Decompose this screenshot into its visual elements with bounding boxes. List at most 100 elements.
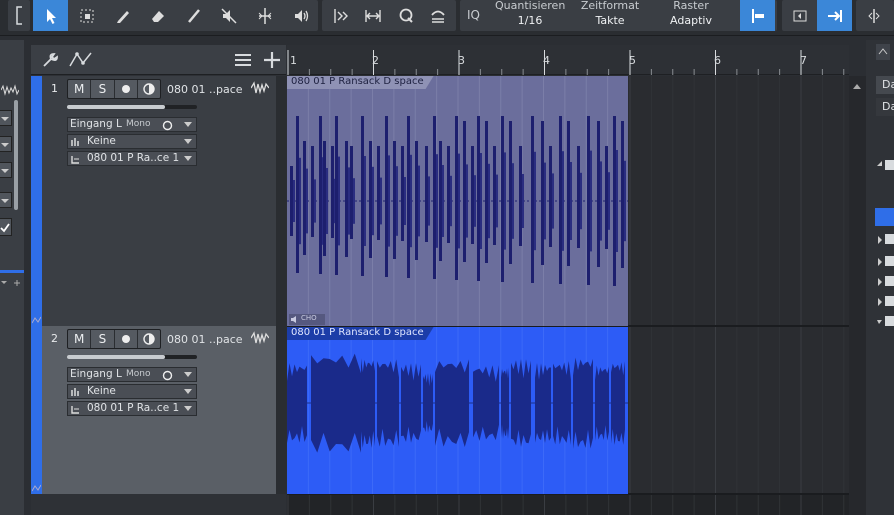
browser-tree[interactable] (876, 120, 894, 340)
waveform-peak (477, 116, 480, 281)
ruler-mark: 3 (458, 54, 465, 67)
track-name[interactable]: 080 01 ..pace (167, 83, 243, 96)
timebase-value[interactable]: Takte (573, 14, 647, 27)
solo-button[interactable]: S (91, 80, 115, 98)
expand-icon[interactable] (856, 0, 891, 31)
browser-item[interactable]: Da (876, 76, 894, 94)
solo-button[interactable]: S (91, 330, 115, 348)
audio-clip-1[interactable]: 080 01 P Ransack D space CHO (287, 76, 628, 326)
timeline-ruler[interactable]: 1 2 3 4 5 6 7 (287, 45, 849, 75)
snap-toggle-icon[interactable] (740, 0, 775, 31)
channel-mode-icon (162, 120, 173, 131)
input-select[interactable]: Eingang L Mono (67, 117, 197, 132)
wrench-icon[interactable] (41, 52, 59, 68)
eraser-tool-icon[interactable] (140, 0, 175, 31)
waveform-icon[interactable] (251, 331, 269, 345)
left-scrollbar[interactable] (14, 100, 18, 210)
mute-tool-icon[interactable] (211, 0, 246, 31)
snap-value[interactable]: Adaptiv (656, 14, 726, 27)
range-tool-icon[interactable] (69, 0, 104, 31)
left-dropdown-1[interactable] (0, 110, 12, 126)
output-bars-icon (71, 138, 79, 146)
timestretch-icon[interactable] (355, 0, 390, 31)
autoscroll-icon[interactable] (420, 0, 455, 31)
record-button[interactable] (115, 330, 138, 348)
follow-toggle-icon[interactable] (817, 0, 852, 31)
tree-expand-icon[interactable] (878, 298, 882, 306)
quantize-value[interactable]: 1/16 (495, 14, 565, 27)
clip-1-title-bar[interactable]: 080 01 P Ransack D space (287, 76, 434, 89)
clip-2-title-bar[interactable]: 080 01 P Ransack D space (287, 327, 434, 340)
tree-collapse-icon[interactable] (877, 161, 882, 166)
monitor-button[interactable] (138, 80, 160, 98)
waveform-peak (552, 173, 554, 229)
track-color-strip (31, 76, 42, 326)
left-dropdown-3[interactable] (0, 162, 12, 178)
waveform-peak (512, 163, 514, 239)
track-scrollbar[interactable] (276, 326, 286, 494)
folder-icon (885, 160, 894, 170)
browser-scroll-icon[interactable] (876, 44, 890, 60)
waveform-peak (488, 163, 490, 239)
track-2[interactable]: 2 M S 080 01 ..pace Eingang L Mono Keine… (31, 326, 286, 494)
track-list-header (31, 45, 286, 75)
waveform-segment (611, 361, 625, 445)
waveform-peak (616, 150, 618, 252)
output-select[interactable]: Keine (67, 134, 197, 149)
tree-collapse-icon[interactable] (877, 320, 882, 324)
automation-small-icon[interactable] (32, 484, 41, 492)
inspector-toggle-icon[interactable] (782, 0, 817, 31)
left-arrows-icon[interactable] (0, 278, 22, 288)
instrument-select[interactable]: 080 01 P Ra..ce 1 (67, 151, 197, 166)
waveform-peak (485, 121, 488, 263)
input-select[interactable]: Eingang L Mono (67, 367, 197, 382)
tree-expand-icon[interactable] (878, 278, 882, 286)
track-1-controls: 1 M S 080 01 ..pace Eingang L Mono Keine… (43, 76, 276, 326)
track-number: 2 (51, 332, 58, 345)
toolbar-bracket (8, 0, 30, 31)
clip-footer[interactable]: CHO (289, 314, 325, 325)
monitor-button[interactable] (138, 330, 160, 348)
track-name[interactable]: 080 01 ..pace (167, 333, 243, 346)
left-dropdown-4[interactable] (0, 192, 12, 208)
automation-small-icon[interactable] (32, 316, 41, 324)
left-checkbox[interactable] (0, 218, 12, 236)
record-button[interactable] (115, 80, 138, 98)
waveform-peak (567, 121, 570, 266)
left-dropdown-2[interactable] (0, 136, 12, 152)
scroll-up-icon[interactable] (852, 82, 862, 90)
browser-item[interactable]: Da (876, 98, 894, 116)
track-scrollbar[interactable] (276, 76, 286, 326)
volume-fader[interactable] (67, 105, 197, 109)
paint-tool-icon[interactable] (176, 0, 211, 31)
arrange-vertical-scrollbar[interactable] (849, 76, 866, 515)
split-tool-icon[interactable] (247, 0, 282, 31)
arrange-view[interactable]: 080 01 P Ransack D space CHO 080 01 P Ra… (287, 76, 849, 515)
waveform-peak (380, 177, 382, 225)
instrument-label: 080 01 P Ra..ce 1 (87, 402, 180, 414)
track-1[interactable]: 1 M S 080 01 ..pace Eingang L Mono Keine… (31, 76, 286, 326)
arrow-tool-icon[interactable] (33, 0, 68, 31)
instrument-select[interactable]: 080 01 P Ra..ce 1 (67, 401, 197, 416)
audio-clip-2[interactable]: 080 01 P Ransack D space (287, 327, 628, 494)
tree-expand-icon[interactable] (878, 236, 882, 244)
waveform-icon[interactable] (251, 81, 269, 95)
mute-button[interactable]: M (68, 80, 92, 98)
waveform-segment (595, 365, 609, 441)
output-select[interactable]: Keine (67, 384, 197, 399)
automation-icon[interactable] (69, 51, 93, 69)
pencil-tool-icon[interactable] (105, 0, 140, 31)
mute-button[interactable]: M (68, 330, 92, 348)
add-track-icon[interactable] (263, 51, 281, 69)
bend-tool-icon[interactable] (322, 0, 357, 31)
clip-2-waveform (287, 353, 628, 453)
waveform-peak (293, 180, 295, 222)
list-icon[interactable] (234, 53, 252, 67)
volume-fader[interactable] (67, 355, 197, 359)
waveform-peak (388, 155, 390, 247)
quantize-q-icon[interactable] (388, 0, 423, 31)
waveform-segment (501, 367, 509, 439)
listen-tool-icon[interactable] (283, 0, 318, 31)
tree-expand-icon[interactable] (878, 258, 882, 266)
waveform-peak (410, 154, 412, 248)
